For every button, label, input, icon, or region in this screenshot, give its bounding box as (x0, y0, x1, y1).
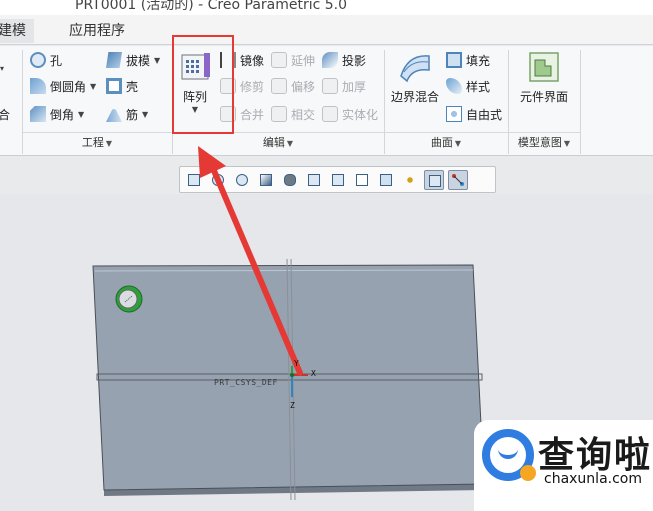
group-label-editing[interactable]: 编辑 ▼ (172, 132, 384, 154)
display-style-icon[interactable] (280, 170, 300, 190)
component-interface-icon (527, 50, 561, 84)
boundary-blend-icon (398, 50, 432, 84)
round-button[interactable]: 倒圆角 ▼ (30, 76, 96, 96)
merge-partial-button[interactable]: 合 (0, 104, 10, 124)
draft-icon (106, 52, 122, 68)
chevron-down-icon[interactable]: ▼ (154, 56, 160, 65)
perspective-icon[interactable] (352, 170, 372, 190)
chevron-down-icon[interactable]: ▼ (142, 110, 148, 119)
axis-y-label: Y (294, 359, 299, 368)
pattern-highlight-box (172, 35, 234, 134)
saved-orientations-icon[interactable] (304, 170, 324, 190)
fill-icon (446, 52, 462, 68)
shell-button[interactable]: 壳 (106, 76, 138, 96)
chamfer-icon (30, 106, 46, 122)
intersect-button[interactable]: 相交 (271, 104, 315, 124)
rib-button[interactable]: 筋 ▼ (106, 104, 148, 124)
offset-button[interactable]: 偏移 (271, 76, 315, 96)
annotation-display-icon[interactable] (424, 169, 444, 190)
project-icon (322, 52, 338, 68)
left-group-arrow[interactable]: ▾ (0, 58, 4, 78)
axis-x-label: X (311, 369, 316, 378)
extend-button[interactable]: 延伸 (271, 50, 315, 70)
intersect-icon (271, 106, 287, 122)
shell-icon (106, 78, 122, 94)
chamfer-button[interactable]: 倒角 ▼ (30, 104, 84, 124)
watermark: 查询啦 chaxunla.com (474, 420, 653, 511)
fill-button[interactable]: 填充 (446, 50, 490, 70)
freestyle-button[interactable]: 自由式 (446, 104, 502, 124)
group-label-model-intent[interactable]: 模型意图 ▼ (508, 132, 580, 154)
group-separator (580, 50, 581, 154)
view-manager-icon[interactable] (328, 170, 348, 190)
window-title: PRT0001 (活动的) - Creo Parametric 5.0 (75, 0, 348, 13)
thicken-button[interactable]: 加厚 (322, 76, 366, 96)
axis-z-label: Z (290, 401, 295, 410)
group-label-surfaces[interactable]: 曲面 ▼ (384, 132, 508, 154)
component-interface-button[interactable]: 元件界面 (514, 50, 574, 105)
watermark-url: chaxunla.com (544, 471, 642, 487)
tab-model[interactable]: 建模 (0, 19, 34, 43)
tab-applications[interactable]: 应用程序 (69, 19, 125, 43)
ribbon-tabs: 建模 应用程序 (0, 15, 653, 45)
draft-button[interactable]: 拔模 ▼ (106, 50, 160, 70)
solidify-icon (322, 106, 338, 122)
refit-icon[interactable] (184, 170, 204, 190)
project-button[interactable]: 投影 (322, 50, 366, 70)
freestyle-icon (446, 106, 462, 122)
csys-label: PRT_CSYS_DEF (214, 378, 278, 387)
group-label-engineering[interactable]: 工程 ▼ (22, 132, 172, 154)
extend-icon (271, 52, 287, 68)
style-icon (446, 78, 462, 94)
thicken-icon (322, 78, 338, 94)
rib-icon (106, 109, 122, 122)
zoom-out-icon[interactable] (232, 170, 252, 190)
hole-button[interactable]: 孔 (30, 50, 62, 70)
round-icon (30, 78, 46, 94)
chevron-down-icon[interactable]: ▼ (90, 82, 96, 91)
boundary-blend-button[interactable]: 边界混合 (388, 50, 442, 105)
offset-icon (271, 78, 287, 94)
datum-display-icon[interactable] (376, 170, 396, 190)
graphics-toolbar (179, 166, 496, 193)
csys-display-icon[interactable] (448, 169, 468, 190)
solidify-button[interactable]: 实体化 (322, 104, 378, 124)
hole-icon (30, 52, 46, 68)
title-bar: PRT0001 (活动的) - Creo Parametric 5.0 (0, 0, 653, 15)
ribbon: ▾ 合 孔 倒圆角 ▼ 倒角 ▼ 拔模 ▼ 壳 筋 ▼ 工程 ▼ 阵列 ▼ 镜像… (0, 46, 653, 156)
zoom-in-icon[interactable] (208, 170, 228, 190)
style-button[interactable]: 样式 (446, 76, 490, 96)
watermark-logo-icon (482, 429, 536, 481)
chevron-down-icon[interactable]: ▼ (78, 110, 84, 119)
repaint-icon[interactable] (256, 170, 276, 190)
spin-center-icon[interactable] (400, 170, 420, 190)
